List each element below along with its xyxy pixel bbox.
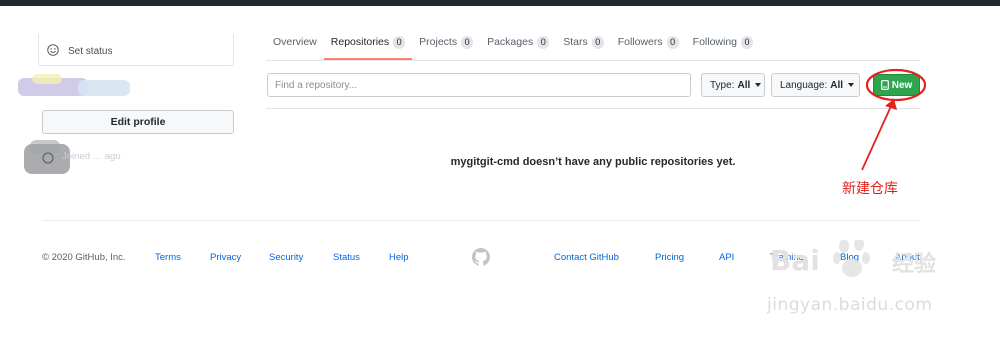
set-status-box[interactable]: Set status [38, 34, 234, 66]
tab-count: 0 [461, 35, 474, 49]
tab-projects[interactable]: Projects 0 [412, 24, 480, 60]
tabs-divider [266, 60, 920, 61]
repo-icon [880, 80, 889, 90]
profile-tabs: Overview Repositories 0 Projects 0 Package… [266, 24, 760, 60]
top-navbar [0, 0, 1000, 6]
edit-profile-button[interactable]: Edit profile [42, 110, 234, 134]
tab-count: 0 [741, 35, 754, 49]
tab-count: 0 [591, 35, 604, 49]
tab-overview[interactable]: Overview [266, 24, 324, 60]
watermark-url: jingyan.baidu.com [767, 295, 933, 315]
watermark-cn-text: 经验 [892, 252, 937, 277]
footer-divider [42, 220, 920, 221]
joined-date: Joined … ago [62, 151, 121, 162]
tab-count: 0 [666, 35, 679, 49]
tab-count: 0 [393, 35, 406, 49]
empty-repos-message: mygitgit-cmd doesn’t have any public rep… [450, 156, 736, 168]
tab-packages[interactable]: Packages 0 [480, 24, 556, 60]
language-filter-value: All [830, 79, 844, 91]
set-status-label: Set status [68, 46, 113, 57]
new-button-label: New [891, 79, 913, 91]
type-filter-dropdown[interactable]: Type: All [701, 73, 765, 97]
footer-link-status[interactable]: Status [333, 252, 360, 263]
tab-following[interactable]: Following 0 [686, 24, 760, 60]
footer-link-privacy[interactable]: Privacy [210, 252, 241, 263]
type-filter-value: All [737, 79, 751, 91]
blurred-username [18, 74, 130, 96]
footer-link-api[interactable]: API [719, 252, 734, 263]
language-filter-label: Language: [780, 79, 828, 91]
tab-repositories[interactable]: Repositories 0 [323, 24, 413, 60]
footer-link-contact[interactable]: Contact GitHub [554, 252, 619, 263]
caret-down-icon [755, 83, 762, 87]
footer-link-security[interactable]: Security [269, 252, 303, 263]
caret-down-icon [848, 83, 855, 87]
filter-divider [266, 108, 920, 109]
annotation-label: 新建仓库 [842, 181, 898, 197]
smiley-icon [47, 44, 59, 56]
type-filter-label: Type: [710, 79, 735, 91]
find-repository-input[interactable] [267, 73, 691, 97]
tab-stars[interactable]: Stars 0 [556, 24, 611, 60]
footer-link-terms[interactable]: Terms [155, 252, 181, 263]
language-filter-dropdown[interactable]: Language: All [771, 73, 860, 97]
github-logo-icon[interactable] [472, 248, 490, 266]
footer-copyright: © 2020 GitHub, Inc. [42, 252, 126, 263]
footer-link-pricing[interactable]: Pricing [655, 252, 684, 263]
tab-count: 0 [537, 35, 550, 49]
footer-link-help[interactable]: Help [389, 252, 409, 263]
new-repository-button[interactable]: New [873, 74, 920, 96]
watermark-logo-text: Bai [770, 244, 820, 277]
tab-followers[interactable]: Followers 0 [611, 24, 686, 60]
